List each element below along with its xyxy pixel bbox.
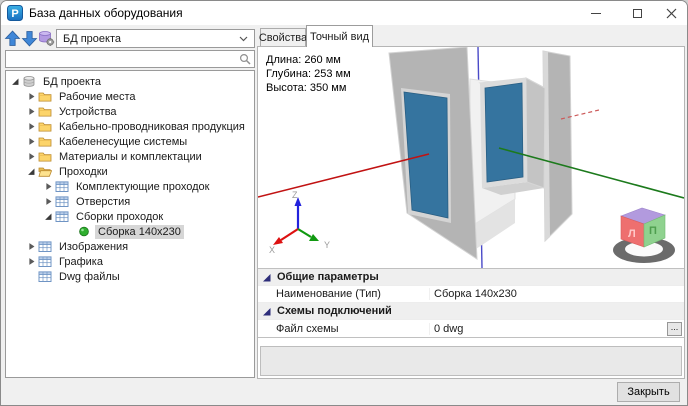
folder-icon [38,150,52,163]
collapse-triangle-icon [261,272,273,283]
property-group-connection-schemes[interactable]: Схемы подключений [258,303,684,320]
cube-right-face-label: П [649,225,657,237]
tree-item-graphics[interactable]: Графика [6,254,254,269]
database-tree: БД проекта Рабочие места Устройства Кабе… [5,70,255,378]
tree-item-workplaces[interactable]: Рабочие места [6,89,254,104]
dimension-height: Высота: 350 мм [266,81,351,95]
expander-collapsed-icon[interactable] [25,136,38,148]
equipment-database-window: P База данных оборудования БД проекта [0,0,688,406]
open-folder-icon [38,165,52,178]
move-down-button[interactable] [21,30,38,47]
expander-expanded-icon[interactable] [42,211,55,223]
property-name: Файл схемы [258,323,429,335]
tree-item-holes[interactable]: Отверстия [6,194,254,209]
expander-collapsed-icon[interactable] [25,91,38,103]
tree-item-assembly-140x230[interactable]: Сборка 140x230 [6,224,254,239]
expander-collapsed-icon[interactable] [25,241,38,253]
database-combobox-value: БД проекта [63,33,239,45]
triad-y-label: Y [324,240,330,250]
triad-z-label: Z [292,190,298,200]
green-sphere-icon [77,225,91,238]
expander-collapsed-icon[interactable] [25,256,38,268]
window-title: База данных оборудования [29,6,183,20]
app-icon: P [7,5,23,21]
chevron-down-icon [239,36,248,42]
tab-exact-view[interactable]: Точный вид [306,25,373,47]
expander-expanded-icon[interactable] [25,166,38,178]
property-row-scheme-file: Файл схемы 0 dwg ... [258,320,684,337]
expander-collapsed-icon[interactable] [25,106,38,118]
folder-icon [38,90,52,103]
description-panel [260,346,682,376]
cube-left-face-label: Л [628,228,636,240]
close-window-button[interactable] [654,1,688,25]
table-icon [55,195,69,208]
selected-tree-label: Сборка 140x230 [95,225,184,239]
maximize-button[interactable] [620,1,654,25]
database-combobox[interactable]: БД проекта [56,29,255,48]
browse-button[interactable]: ... [667,322,682,336]
exact-view-tab-page: Z X Y Л П Длина: 260 мм Глубина: 253 мм … [257,46,685,379]
tree-item-materials[interactable]: Материалы и комплектации [6,149,254,164]
move-up-button[interactable] [4,30,21,47]
tree-item-images[interactable]: Изображения [6,239,254,254]
expander-collapsed-icon[interactable] [25,151,38,163]
table-icon [55,210,69,223]
property-grid: Общие параметры Наименование (Тип) Сборк… [258,268,684,338]
minimize-button[interactable] [579,1,613,25]
database-settings-button[interactable] [37,29,55,47]
close-icon [666,8,677,19]
collapse-triangle-icon [261,306,273,317]
folder-icon [38,120,52,133]
tab-properties[interactable]: Свойства [260,28,306,47]
search-icon[interactable] [239,53,252,66]
property-value[interactable]: Сборка 140x230 [429,288,684,300]
triad-x-label: X [269,245,275,255]
tree-item-penetrations[interactable]: Проходки [6,164,254,179]
tree-item-penetration-assemblies[interactable]: Сборки проходок [6,209,254,224]
expander-expanded-icon[interactable] [9,76,22,88]
maximize-icon [633,9,642,18]
property-row-name-type: Наименование (Тип) Сборка 140x230 [258,286,684,303]
table-icon [55,180,69,193]
expander-collapsed-icon[interactable] [25,121,38,133]
dimension-depth: Глубина: 253 мм [266,67,351,81]
search-input[interactable] [8,52,236,66]
close-button[interactable]: Закрыть [617,382,680,402]
table-icon [38,270,52,283]
property-group-general[interactable]: Общие параметры [258,269,684,286]
folder-icon [38,105,52,118]
expander-collapsed-icon[interactable] [42,181,55,193]
expander-collapsed-icon[interactable] [42,196,55,208]
table-icon [38,240,52,253]
tree-search-box [5,50,255,68]
table-icon [38,255,52,268]
tree-item-penetration-components[interactable]: Комплектующие проходок [6,179,254,194]
tree-item-dwg-files[interactable]: Dwg файлы [6,269,254,284]
title-bar: P База данных оборудования [1,1,687,25]
property-value[interactable]: 0 dwg [429,323,667,335]
dimensions-overlay: Длина: 260 мм Глубина: 253 мм Высота: 35… [266,53,351,95]
app-icon-glyph: P [11,8,18,20]
folder-icon [38,135,52,148]
tree-item-devices[interactable]: Устройства [6,104,254,119]
database-icon [22,75,36,88]
property-name: Наименование (Тип) [258,288,429,300]
minimize-icon [591,13,601,14]
tree-item-cable-systems[interactable]: Кабеленесущие системы [6,134,254,149]
dimension-length: Длина: 260 мм [266,53,351,67]
tree-item-cable-products[interactable]: Кабельно-проводниковая продукция [6,119,254,134]
tree-item-db-project[interactable]: БД проекта [6,74,254,89]
